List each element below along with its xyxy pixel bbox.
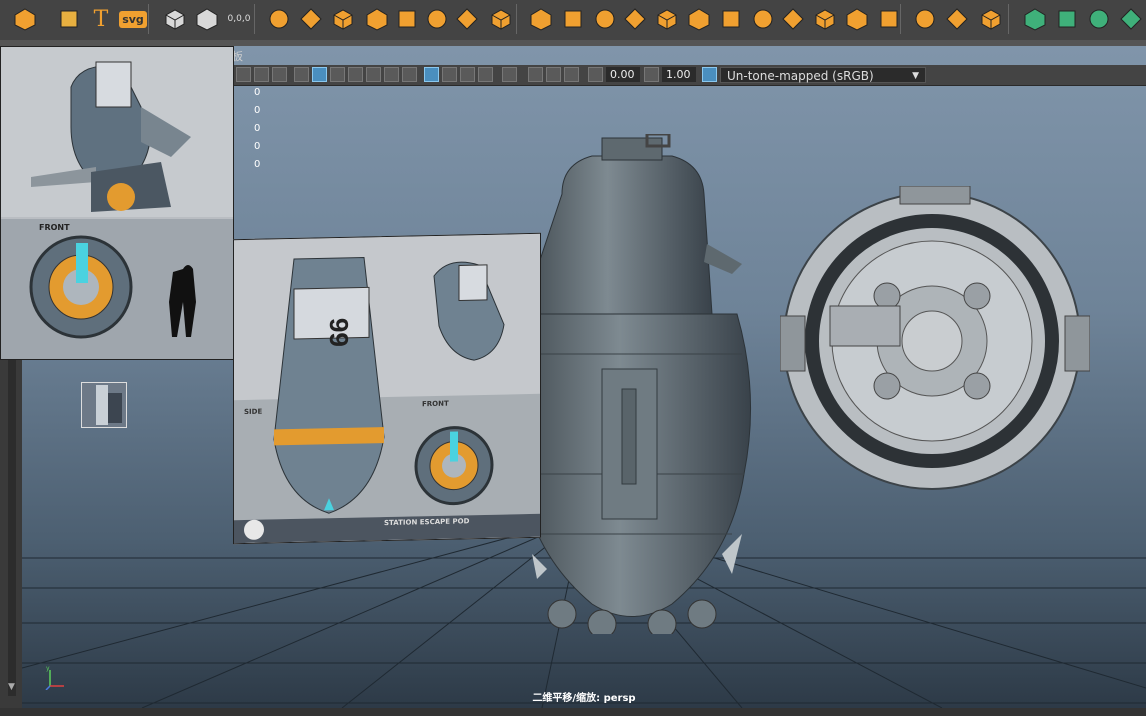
view-transform-value: Un-tone-mapped (sRGB) xyxy=(727,69,874,83)
gamma-field[interactable]: 1.00 xyxy=(662,67,696,82)
select-camera-icon[interactable] xyxy=(236,67,251,82)
reference-image-main[interactable]: 99 SIDE FRONT STATION ESCAPE POD xyxy=(233,232,541,545)
shelf-separator xyxy=(148,4,149,34)
hud-value: 0 xyxy=(254,141,261,152)
reference-main-drawing: 99 xyxy=(234,233,540,544)
bridge-icon[interactable] xyxy=(488,6,514,32)
shelf-toolbar: Tsvg 0,0,0 xyxy=(0,0,1146,41)
grid-mesh-icon[interactable] xyxy=(394,6,420,32)
pencil-icon[interactable] xyxy=(944,6,970,32)
left-scrollbar[interactable] xyxy=(8,356,16,696)
camera-attributes-icon[interactable] xyxy=(254,67,269,82)
wireframe-on-shaded-icon[interactable] xyxy=(348,67,363,82)
use-default-material-icon[interactable] xyxy=(330,67,345,82)
measure-distance-icon[interactable] xyxy=(194,6,220,32)
multi-cut-icon[interactable] xyxy=(978,6,1004,32)
reference-image-top[interactable]: FRONT xyxy=(0,46,234,360)
xray-icon[interactable] xyxy=(442,67,457,82)
extrude-icon[interactable] xyxy=(528,6,554,32)
hud-value: 0 xyxy=(254,87,261,98)
shelf-separator xyxy=(254,4,255,34)
shadows-icon[interactable] xyxy=(402,67,417,82)
bottom-border xyxy=(0,708,1146,716)
shelf-separator xyxy=(516,4,517,34)
scroll-down-arrow-icon[interactable]: ▼ xyxy=(8,682,15,692)
field-chart-icon[interactable] xyxy=(564,67,579,82)
merge-vertex-icon[interactable] xyxy=(686,6,712,32)
crease-icon[interactable] xyxy=(750,6,776,32)
escape-pod-front-model[interactable] xyxy=(780,186,1090,496)
slide-edge-icon[interactable] xyxy=(912,6,938,32)
viewport-status-text: 二维平移/缩放: persp xyxy=(532,693,636,704)
pod-number: 99 xyxy=(324,318,354,348)
film-gate-icon[interactable] xyxy=(546,67,561,82)
isolate-select-icon[interactable] xyxy=(424,67,439,82)
axis-label: y xyxy=(46,665,50,672)
color-management-icon[interactable] xyxy=(702,67,717,82)
xyz-label: 0,0,0 xyxy=(227,14,251,24)
view-transform-dropdown[interactable]: Un-tone-mapped (sRGB) ▼ xyxy=(720,67,926,83)
chevron-down-icon: ▼ xyxy=(912,71,919,81)
star-sparkle-icon[interactable] xyxy=(56,6,82,32)
axis-gizmo: y xyxy=(45,665,64,690)
gamma-icon[interactable] xyxy=(644,67,659,82)
sculpt-icon[interactable] xyxy=(812,6,838,32)
cube-faces-icon[interactable] xyxy=(330,6,356,32)
text-tool-icon[interactable]: T xyxy=(88,6,114,32)
uv-cylindrical-icon[interactable] xyxy=(1118,6,1144,32)
shelf-separator xyxy=(1008,4,1009,34)
wireframe-icon[interactable] xyxy=(294,67,309,82)
polygon-sphere-icon[interactable] xyxy=(12,6,38,32)
cube-split-icon[interactable] xyxy=(622,6,648,32)
flatten-icon[interactable] xyxy=(718,6,744,32)
smooth-shade-icon[interactable] xyxy=(312,67,327,82)
xray-components-icon[interactable] xyxy=(478,67,493,82)
sphere-target-icon[interactable] xyxy=(654,6,680,32)
exposure-icon[interactable] xyxy=(588,67,603,82)
exposure-field[interactable]: 0.00 xyxy=(606,67,640,82)
append-polygon-icon[interactable] xyxy=(560,6,586,32)
bevel-icon[interactable] xyxy=(454,6,480,32)
uv-green-icon[interactable] xyxy=(1054,6,1080,32)
svg-tool-icon[interactable]: svg xyxy=(119,6,147,32)
hud-value: 0 xyxy=(254,159,261,170)
diamond-icon[interactable] xyxy=(844,6,870,32)
xray-joints-icon[interactable] xyxy=(460,67,475,82)
locator-icon[interactable] xyxy=(162,6,188,32)
xyz-reset-icon[interactable]: 0,0,0 xyxy=(226,6,252,32)
reference-thumbnail[interactable] xyxy=(81,382,127,428)
mesh-separate-icon[interactable] xyxy=(298,6,324,32)
viewport-toolbar: 0.00 1.00 Un-tone-mapped (sRGB) ▼ xyxy=(232,65,1146,86)
front-label: FRONT xyxy=(422,399,449,409)
hud-poly-count: 0 0 0 0 0 xyxy=(254,84,260,174)
resolution-gate-icon[interactable] xyxy=(502,67,517,82)
svg-label: svg xyxy=(119,10,147,28)
lights-icon[interactable] xyxy=(384,67,399,82)
mirror-icon[interactable] xyxy=(364,6,390,32)
reference-top-drawing xyxy=(1,47,233,359)
side-label: SIDE xyxy=(244,407,263,416)
target-weld-icon[interactable] xyxy=(876,6,902,32)
shelf-separator xyxy=(900,4,901,34)
front-label: FRONT xyxy=(39,223,70,232)
edit-edge-flow-icon[interactable] xyxy=(1022,6,1048,32)
hud-value: 0 xyxy=(254,105,261,116)
smooth-mesh-icon[interactable] xyxy=(424,6,450,32)
uv-planar-icon[interactable] xyxy=(1086,6,1112,32)
hud-value: 0 xyxy=(254,123,261,134)
bounding-box-icon[interactable] xyxy=(780,6,806,32)
mesh-combine-icon[interactable] xyxy=(266,6,292,32)
fill-hole-icon[interactable] xyxy=(592,6,618,32)
textured-icon[interactable] xyxy=(366,67,381,82)
image-plane-icon[interactable] xyxy=(272,67,287,82)
grease-pencil-icon[interactable] xyxy=(528,67,543,82)
thumbnail-image xyxy=(96,385,122,425)
